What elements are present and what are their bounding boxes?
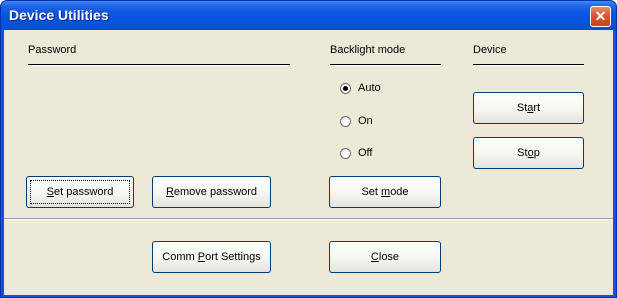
backlight-section-label: Backlight mode [330,44,406,56]
backlight-section-divider [330,64,441,66]
remove-password-button-label: Remove password [165,186,258,198]
set-mode-button[interactable]: Set mode [329,176,441,208]
comm-port-settings-button-label: Comm Port Settings [162,251,261,263]
radio-auto-label: Auto [358,82,381,94]
title-bar[interactable]: Device Utilities ✕ [1,1,616,30]
radio-on-label: On [358,115,373,127]
remove-password-button[interactable]: Remove password [152,176,271,208]
radio-auto-circle[interactable] [340,83,351,94]
radio-on-circle[interactable] [340,116,351,127]
device-section-label: Device [473,44,507,56]
radio-off-circle[interactable] [340,148,351,159]
set-password-button[interactable]: Set password [26,176,134,208]
device-section-divider [473,64,584,66]
dialog-body: Password Backlight mode Device Auto On O… [4,30,613,295]
password-section-label: Password [28,44,77,56]
password-section-divider [28,64,290,66]
close-button[interactable]: Close [329,241,441,273]
close-window-button[interactable]: ✕ [590,6,611,27]
dialog-window: Device Utilities ✕ Password Backlight mo… [0,0,617,298]
footer-separator [4,218,613,220]
close-icon: ✕ [594,8,607,24]
set-password-button-label: Set password [46,186,114,198]
close-button-label: Close [370,251,400,263]
comm-port-settings-button[interactable]: Comm Port Settings [152,241,271,273]
window-title: Device Utilities [9,7,109,23]
stop-button[interactable]: Stop [473,137,584,169]
set-mode-button-label: Set mode [361,186,409,198]
stop-button-label: Stop [517,147,540,159]
start-button[interactable]: Start [473,92,584,124]
radio-off-label: Off [358,147,373,159]
start-button-label: Start [516,102,541,114]
